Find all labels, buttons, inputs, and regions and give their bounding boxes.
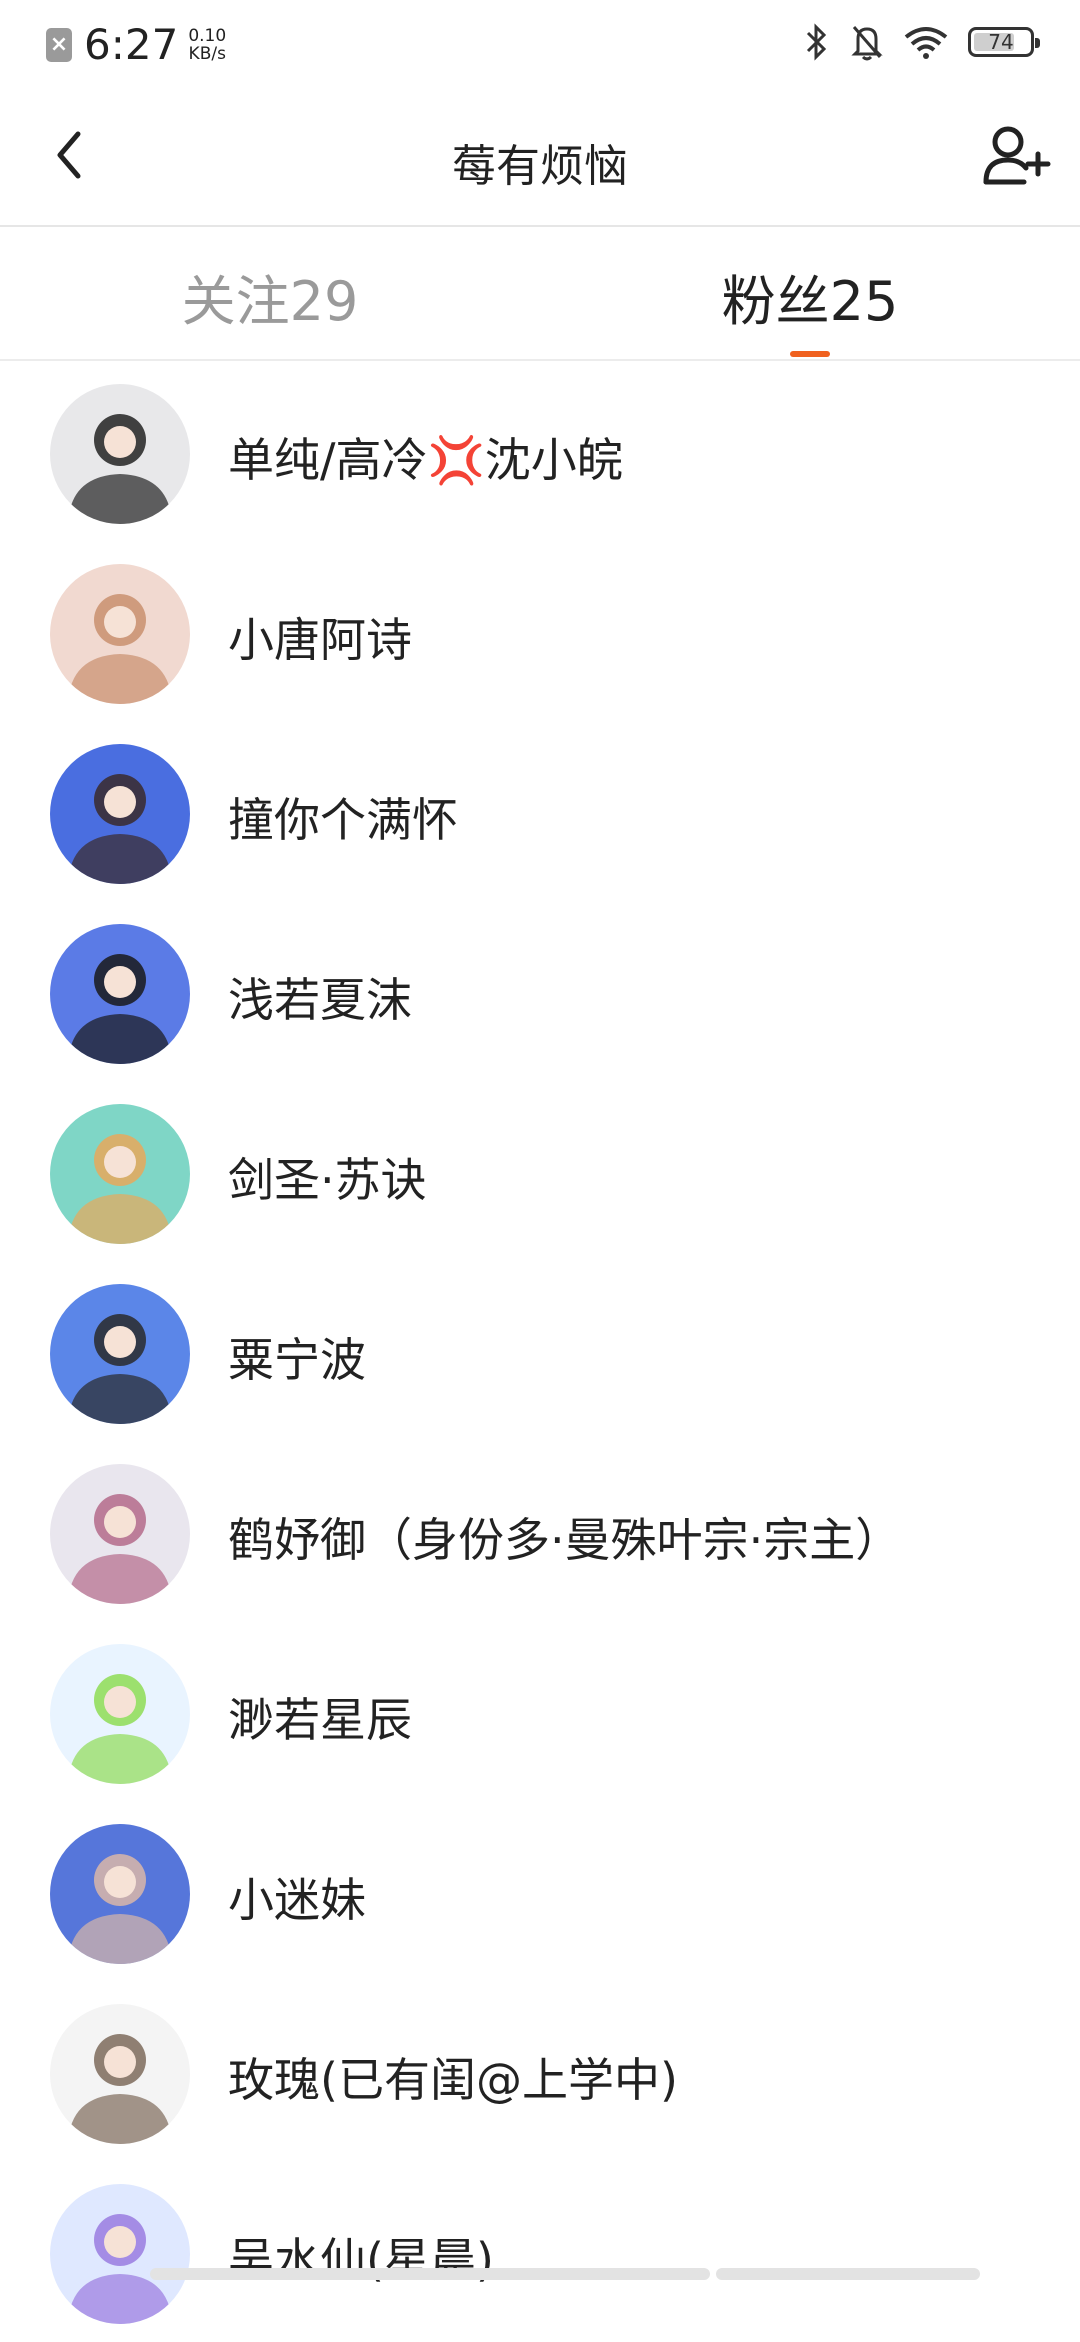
bottom-edge-segment xyxy=(150,2268,710,2280)
list-item[interactable]: 浅若夏沫 xyxy=(0,902,1080,1082)
list-item[interactable]: 单纯/高冷💢沈小皖 xyxy=(0,362,1080,542)
status-bar: × 6:27 0.10 KB/s 74 xyxy=(0,0,1080,90)
network-speed-value: 0.10 xyxy=(188,25,227,46)
avatar[interactable] xyxy=(50,1104,190,1244)
avatar[interactable] xyxy=(50,924,190,1064)
add-friend-button[interactable] xyxy=(980,120,1052,192)
fan-name: 粟宁波 xyxy=(228,1333,366,1387)
active-tab-indicator xyxy=(790,351,830,357)
status-time: 6:27 xyxy=(84,20,179,69)
fan-name: 剑圣·苏诀 xyxy=(228,1153,427,1207)
fan-name: 小唐阿诗 xyxy=(228,613,412,667)
fan-name: 玫瑰(已有闺@上学中) xyxy=(228,2053,678,2107)
network-speed: 0.10 KB/s xyxy=(188,27,226,63)
wifi-icon xyxy=(904,27,948,59)
list-item[interactable]: 撞你个满怀 xyxy=(0,722,1080,902)
bottom-edge xyxy=(0,2268,1080,2280)
fans-list: 单纯/高冷💢沈小皖 小唐阿诗撞你个满怀浅若夏沫剑圣·苏诀粟宁波鹤妤御（身份多·曼殊… xyxy=(0,362,1080,2342)
list-item[interactable]: 渺若星辰 xyxy=(0,1622,1080,1802)
avatar[interactable] xyxy=(50,1464,190,1604)
battery-tip xyxy=(1035,38,1040,48)
top-bar: 莓有烦恼 xyxy=(0,90,1080,227)
avatar[interactable] xyxy=(50,1644,190,1784)
battery-level: 74 xyxy=(988,30,1014,54)
bluetooth-icon xyxy=(806,23,827,61)
avatar[interactable] xyxy=(50,1284,190,1424)
avatar[interactable] xyxy=(50,744,190,884)
add-user-icon xyxy=(983,126,1051,185)
list-item[interactable]: 剑圣·苏诀 xyxy=(0,1082,1080,1262)
close-notification-icon: × xyxy=(46,27,72,62)
tab-fans[interactable]: 粉丝25 xyxy=(540,257,1080,336)
page-title: 莓有烦恼 xyxy=(452,141,628,192)
fan-name: 撞你个满怀 xyxy=(228,793,458,847)
fan-name: 渺若星辰 xyxy=(228,1693,412,1747)
avatar[interactable] xyxy=(50,2184,190,2324)
list-item[interactable]: 吴水仙(星晨) xyxy=(0,2162,1080,2342)
network-speed-unit: KB/s xyxy=(188,43,226,64)
fan-name: 吴水仙(星晨) xyxy=(228,2233,494,2287)
fan-name: 浅若夏沫 xyxy=(228,973,412,1027)
tab-following[interactable]: 关注29 xyxy=(0,257,540,336)
list-item[interactable]: 小迷妹 xyxy=(0,1802,1080,1982)
fan-name: 单纯/高冷💢沈小皖 xyxy=(228,433,623,487)
list-item[interactable]: 小唐阿诗 xyxy=(0,542,1080,722)
list-item[interactable]: 玫瑰(已有闺@上学中) xyxy=(0,1982,1080,2162)
avatar[interactable] xyxy=(50,2004,190,2144)
bell-off-icon xyxy=(851,26,883,61)
follow-tabs: 关注29 粉丝25 xyxy=(0,227,1080,361)
avatar[interactable] xyxy=(50,564,190,704)
avatar[interactable] xyxy=(50,384,190,524)
battery-icon: 74 xyxy=(968,27,1040,57)
fan-name: 鹤妤御（身份多·曼殊叶宗·宗主） xyxy=(228,1513,902,1567)
list-item[interactable]: 粟宁波 xyxy=(0,1262,1080,1442)
bottom-edge-segment xyxy=(716,2268,980,2280)
list-item[interactable]: 鹤妤御（身份多·曼殊叶宗·宗主） xyxy=(0,1442,1080,1622)
fan-name: 小迷妹 xyxy=(228,1873,366,1927)
avatar[interactable] xyxy=(50,1824,190,1964)
